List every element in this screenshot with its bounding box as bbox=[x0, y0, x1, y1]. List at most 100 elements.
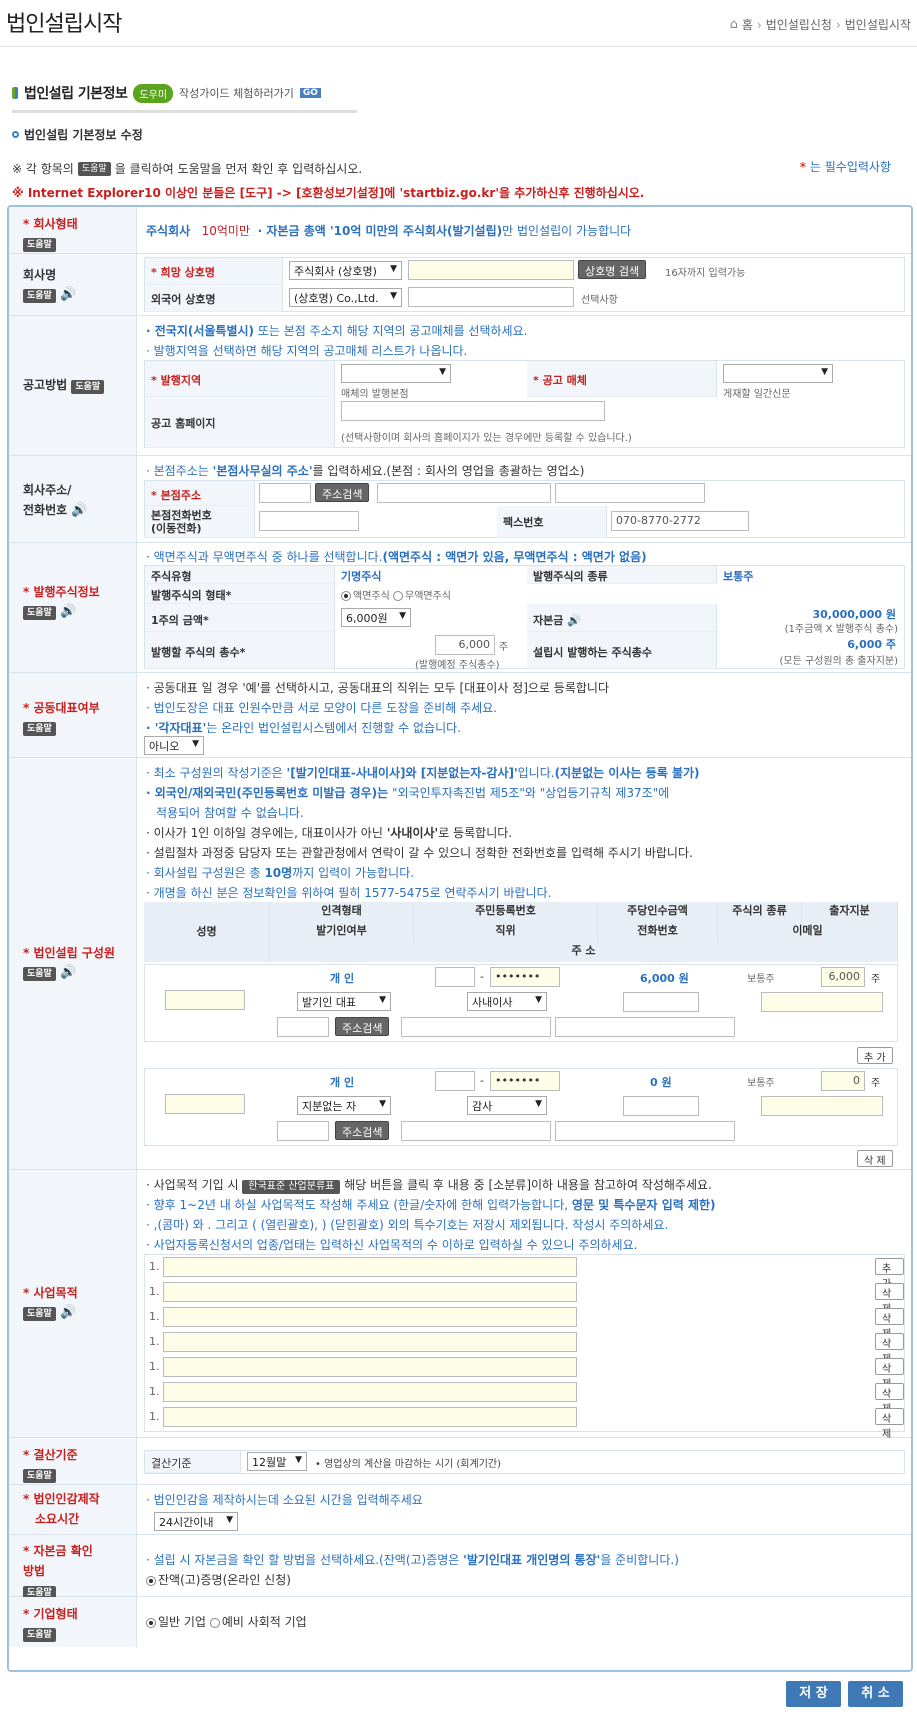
help-button[interactable]: 도움말 bbox=[23, 722, 56, 736]
purpose-input-1[interactable] bbox=[163, 1257, 577, 1277]
industry-class-button[interactable]: 한국표준 산업분류표 bbox=[242, 1180, 341, 1194]
m1-founder-select[interactable]: 발기인 대표 bbox=[297, 992, 391, 1011]
breadcrumb-home[interactable]: 홈 bbox=[742, 16, 753, 33]
purpose-input-4[interactable] bbox=[163, 1332, 577, 1352]
m1-name-input[interactable] bbox=[165, 990, 245, 1010]
name-table: * 희망 상호명 외국어 상호명 주식회사 (상호명) 상호명 검색 16자까지… bbox=[144, 257, 905, 312]
help-button[interactable]: 도움말 bbox=[23, 238, 56, 252]
m1-pos-select[interactable]: 사내이사 bbox=[467, 992, 547, 1011]
hope-name-input[interactable] bbox=[408, 260, 574, 280]
nopar-label: 무액면주식 bbox=[405, 591, 451, 602]
addr2-input[interactable] bbox=[555, 483, 705, 503]
home-icon[interactable]: ⌂ bbox=[730, 17, 738, 32]
foreign-name-select[interactable]: (상호명) Co.,Ltd. bbox=[289, 288, 402, 307]
capital-radio[interactable] bbox=[146, 1575, 156, 1586]
radio-par[interactable] bbox=[341, 591, 351, 601]
stock-text: · 액면주식과 무액면주식 중 하나를 선택합니다. bbox=[146, 550, 383, 564]
breadcrumb-apply[interactable]: 법인설립신청 bbox=[766, 16, 832, 33]
radio-nopar[interactable] bbox=[393, 591, 403, 601]
help-button[interactable]: 도움말 bbox=[23, 1469, 56, 1483]
help-button[interactable]: 도움말 bbox=[23, 967, 56, 981]
purpose-del-button[interactable]: 삭 제 bbox=[875, 1358, 904, 1390]
help-button[interactable]: 도움말 bbox=[23, 1628, 56, 1642]
m2-zip[interactable] bbox=[277, 1121, 329, 1141]
purpose-input-7[interactable] bbox=[163, 1407, 577, 1427]
m1-zip[interactable] bbox=[277, 1017, 329, 1037]
help-button[interactable]: 도움말 bbox=[23, 289, 56, 303]
zip-input[interactable] bbox=[259, 483, 311, 503]
m1-tel[interactable] bbox=[623, 992, 699, 1012]
seal-select[interactable]: 24시간이내 bbox=[154, 1512, 238, 1531]
speaker-icon[interactable]: 🔊 bbox=[60, 1305, 76, 1320]
h-name: 성명 bbox=[144, 902, 270, 962]
corep-select[interactable]: 아니오 bbox=[144, 736, 204, 755]
guide-link[interactable]: 작성가이드 체험하러가기 bbox=[179, 85, 294, 101]
m2-pos-select[interactable]: 감사 bbox=[467, 1096, 547, 1115]
row-content: * 희망 상호명 외국어 상호명 주식회사 (상호명) 상호명 검색 16자까지… bbox=[144, 254, 905, 315]
m1-addr1[interactable] bbox=[401, 1017, 551, 1037]
phone-input[interactable] bbox=[259, 511, 359, 531]
m2-email[interactable] bbox=[761, 1096, 883, 1116]
row-label: * 사업목적 도움말 🔊 bbox=[9, 1170, 137, 1437]
par-select[interactable]: 6,000원 bbox=[341, 608, 411, 627]
purpose-input-3[interactable] bbox=[163, 1307, 577, 1327]
speaker-icon[interactable]: 🔊 bbox=[71, 503, 87, 518]
m1-addr2[interactable] bbox=[555, 1017, 735, 1037]
purpose-del-button[interactable]: 삭 제 bbox=[875, 1308, 904, 1340]
save-button[interactable]: 저 장 bbox=[786, 1681, 841, 1707]
purpose-input-2[interactable] bbox=[163, 1282, 577, 1302]
purpose-input-6[interactable] bbox=[163, 1382, 577, 1402]
purpose-del-button[interactable]: 삭 제 bbox=[875, 1333, 904, 1365]
m2-founder-select[interactable]: 지분없는 자 bbox=[297, 1096, 391, 1115]
homepage-input[interactable] bbox=[341, 401, 605, 421]
region-label: * 발행지역 bbox=[145, 361, 335, 397]
m2-tel[interactable] bbox=[623, 1096, 699, 1116]
m1-rrn1[interactable] bbox=[435, 967, 475, 987]
help-button[interactable]: 도움말 bbox=[71, 380, 105, 394]
go-button[interactable]: GO bbox=[299, 88, 321, 98]
row-notice: 공고방법 도움말 · 전국지(서울특별시) 또는 본점 주소지 해당 지역의 공… bbox=[9, 316, 911, 456]
m2-share[interactable]: 0 bbox=[821, 1071, 865, 1091]
help-button[interactable]: 도움말 bbox=[23, 1307, 56, 1321]
speaker-icon[interactable]: 🔊 bbox=[60, 965, 76, 980]
foreign-name-input[interactable] bbox=[408, 287, 574, 307]
speaker-icon[interactable]: 🔊 bbox=[60, 604, 76, 619]
m2-addr1[interactable] bbox=[401, 1121, 551, 1141]
speaker-icon[interactable]: 🔊 bbox=[60, 287, 76, 302]
help-button[interactable]: 도움말 bbox=[23, 606, 56, 620]
m2-addr-button[interactable]: 주소검색 bbox=[335, 1121, 390, 1140]
biz-radio-general[interactable] bbox=[146, 1617, 156, 1628]
m1-share[interactable]: 6,000 bbox=[821, 967, 865, 987]
m2-name-input[interactable] bbox=[165, 1094, 245, 1114]
total-input[interactable]: 6,000 bbox=[435, 635, 495, 655]
fiscal-select[interactable]: 12월말 bbox=[247, 1452, 307, 1471]
m2-addr2[interactable] bbox=[555, 1121, 735, 1141]
cancel-button[interactable]: 취 소 bbox=[848, 1681, 903, 1707]
purpose-del-button[interactable]: 삭 제 bbox=[875, 1383, 904, 1415]
purpose-input-5[interactable] bbox=[163, 1357, 577, 1377]
region-select[interactable] bbox=[341, 364, 451, 383]
m2-rrn2[interactable]: ••••••• bbox=[490, 1071, 560, 1091]
purpose-del-button[interactable]: 삭 제 bbox=[875, 1408, 904, 1440]
purpose-line1: · 사업목적 기입 시 한국표준 산업분류표 해당 버튼을 클릭 후 내용 중 … bbox=[146, 1176, 712, 1194]
member-del-button[interactable]: 삭 제 bbox=[857, 1150, 893, 1167]
form-frame: * 회사형태 도움말 주식회사 10억미만 · 자본금 총액 '10억 미만의 주… bbox=[7, 205, 913, 1672]
media-select[interactable] bbox=[723, 364, 833, 383]
m1-addr-button[interactable]: 주소검색 bbox=[335, 1017, 390, 1036]
member-add-button[interactable]: 추 가 bbox=[857, 1047, 893, 1064]
fax-input[interactable]: 070-8770-2772 bbox=[611, 511, 749, 531]
check-name-button[interactable]: 상호명 검색 bbox=[578, 260, 647, 279]
p-text: · 사업목적 기입 시 bbox=[146, 1178, 239, 1192]
homepage-note: (선택사항이며 회사의 홈페이지가 있는 경우에만 등록할 수 있습니다.) bbox=[341, 433, 632, 444]
m1-email[interactable] bbox=[761, 992, 883, 1012]
hope-name-select[interactable]: 주식회사 (상호명) bbox=[289, 261, 402, 280]
purpose-add-button[interactable]: 추 가 bbox=[875, 1258, 904, 1290]
biz-radio-social[interactable] bbox=[209, 1617, 220, 1628]
purpose-del-button[interactable]: 삭 제 bbox=[875, 1283, 904, 1315]
speaker-icon[interactable]: 🔊 bbox=[567, 614, 581, 627]
m2-rrn1[interactable] bbox=[435, 1071, 475, 1091]
addr1-input[interactable] bbox=[377, 483, 551, 503]
addr-search-button[interactable]: 주소검색 bbox=[315, 483, 370, 502]
m1-rrn2[interactable]: ••••••• bbox=[490, 967, 560, 987]
helper-pill[interactable]: 도우미 bbox=[133, 83, 174, 103]
